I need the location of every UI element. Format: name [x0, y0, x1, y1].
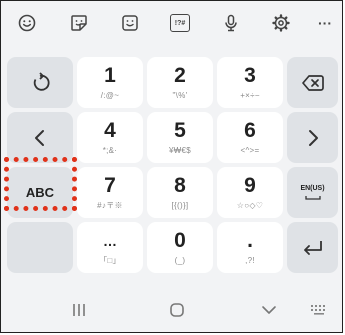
key-sub: #♪〒※	[97, 201, 123, 210]
key-main: 5	[174, 119, 186, 142]
language-label: EN(US)	[300, 184, 325, 192]
space-icon	[304, 195, 321, 200]
key-7[interactable]: 7 #♪〒※	[77, 167, 143, 218]
key-main: 9	[244, 174, 256, 197]
abc-label: ABC	[25, 185, 55, 200]
key-2[interactable]: 2 "\%'	[147, 57, 213, 108]
keyboard: !?# ··· 1 /:@~ 2 "\%' 3 +×÷− 4 *;&· 5 ¥₩…	[0, 0, 343, 333]
key-6[interactable]: 6 <^>=	[217, 112, 283, 163]
enter-key[interactable]	[287, 222, 338, 273]
key-5[interactable]: 5 ¥₩€$	[147, 112, 213, 163]
key-main: 8	[174, 174, 186, 197]
keyboard-toolbar: !?# ···	[1, 1, 342, 48]
key-sub: /:@~	[100, 91, 120, 100]
key-sub: 「□」	[99, 256, 121, 265]
recent-apps-icon[interactable]	[67, 300, 91, 320]
key-sub: (_)	[174, 256, 186, 265]
emoticon-icon[interactable]	[118, 11, 142, 35]
key-1[interactable]: 1 /:@~	[77, 57, 143, 108]
abc-key[interactable]: ABC	[7, 167, 73, 218]
key-main: 2	[174, 64, 186, 87]
key-sub: <^>=	[240, 146, 260, 155]
cursor-right-key[interactable]	[287, 112, 338, 163]
key-period[interactable]: . ,?!	[217, 222, 283, 273]
language-space-key[interactable]: EN(US)	[287, 167, 338, 218]
key-main: 0	[174, 229, 186, 252]
navigation-bar	[1, 285, 342, 332]
key-main: 6	[244, 119, 256, 142]
settings-icon[interactable]	[269, 11, 293, 35]
chevron-left-icon	[35, 129, 44, 146]
key-ellipsis[interactable]: … 「□」	[77, 222, 143, 273]
undo-key[interactable]	[7, 57, 73, 108]
hide-keyboard-icon[interactable]	[257, 300, 281, 320]
symbols-label: !?#	[170, 14, 190, 32]
key-sub: ☆○◇♡	[236, 201, 264, 210]
key-main: …	[103, 233, 117, 249]
backspace-key[interactable]	[287, 57, 338, 108]
sticker-icon[interactable]	[67, 11, 91, 35]
key-main: 3	[244, 64, 256, 87]
key-main: 1	[104, 64, 116, 87]
key-main: 4	[104, 119, 116, 142]
microphone-icon[interactable]	[219, 11, 243, 35]
chevron-right-icon	[308, 129, 318, 146]
key-sub: +×÷−	[240, 91, 260, 100]
key-3[interactable]: 3 +×÷−	[217, 57, 283, 108]
key-sub: *;&·	[102, 146, 118, 155]
key-main: .	[247, 229, 253, 252]
emoji-icon[interactable]	[15, 11, 39, 35]
enter-icon	[303, 240, 322, 255]
home-icon[interactable]	[165, 300, 189, 320]
key-sub: [{()}]	[171, 201, 189, 210]
key-sub: "\%'	[172, 91, 188, 100]
more-icon[interactable]: ···	[313, 11, 337, 35]
key-0[interactable]: 0 (_)	[147, 222, 213, 273]
symbols-icon[interactable]: !?#	[168, 11, 192, 35]
key-8[interactable]: 8 [{()}]	[147, 167, 213, 218]
key-9[interactable]: 9 ☆○◇♡	[217, 167, 283, 218]
backspace-icon	[301, 74, 324, 91]
undo-icon	[33, 71, 50, 91]
key-sub: ,?!	[245, 256, 255, 265]
blank-key[interactable]	[7, 222, 73, 273]
key-main: 7	[104, 174, 116, 197]
cursor-left-key[interactable]	[7, 112, 73, 163]
key-sub: ¥₩€$	[168, 146, 192, 155]
keyboard-switch-icon[interactable]	[307, 300, 331, 320]
key-4[interactable]: 4 *;&·	[77, 112, 143, 163]
